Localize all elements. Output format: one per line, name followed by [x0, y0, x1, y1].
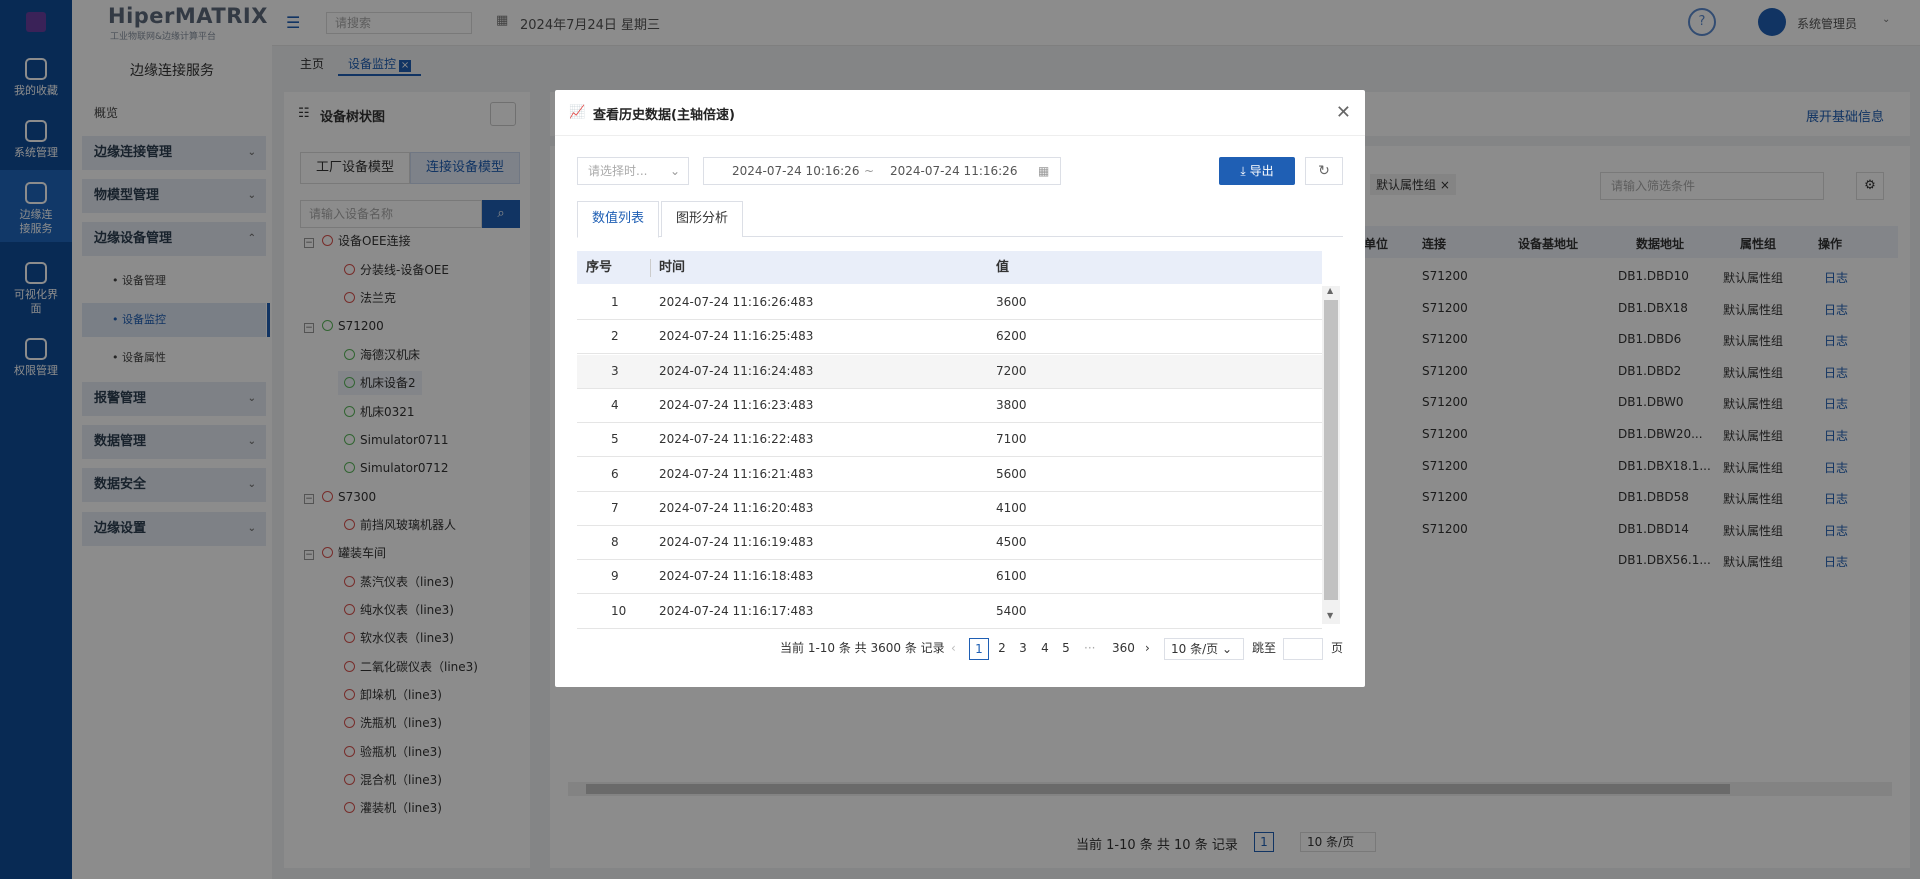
row-index: 4: [611, 397, 619, 412]
history-pager: 当前 1-10 条 共 3600 条 记录 ‹ 1 2 3 4 5 ··· 36…: [555, 638, 1365, 668]
table-row: 2 2024-07-24 11:16:25:483 6200: [577, 320, 1322, 355]
history-table-header: 序号 时间 值: [577, 251, 1322, 284]
row-index: 7: [611, 500, 619, 515]
row-value: 4500: [996, 535, 1027, 550]
row-index: 10: [611, 603, 627, 618]
row-time: 2024-07-24 11:16:17:483: [659, 603, 814, 618]
row-time: 2024-07-24 11:16:23:483: [659, 397, 814, 412]
modal-title: 查看历史数据(主轴倍速): [593, 108, 735, 123]
next-page-icon[interactable]: ›: [1145, 638, 1150, 660]
page-last[interactable]: 360: [1112, 638, 1135, 660]
line-chart-icon: 📈: [569, 105, 586, 120]
row-value: 4100: [996, 500, 1027, 515]
time-range-select[interactable]: 请选择时... ⌄: [577, 157, 689, 185]
download-icon: ⤓: [1240, 164, 1246, 178]
row-time: 2024-07-24 11:16:26:483: [659, 295, 814, 309]
row-index: 5: [611, 432, 619, 447]
page-4[interactable]: 4: [1035, 638, 1055, 660]
close-icon[interactable]: ✕: [1336, 102, 1351, 123]
row-time: 2024-07-24 11:16:18:483: [659, 569, 814, 584]
row-time: 2024-07-24 11:16:21:483: [659, 466, 814, 481]
row-value: 3600: [996, 295, 1027, 309]
table-row: 6 2024-07-24 11:16:21:483 5600: [577, 458, 1322, 492]
row-index: 1: [611, 295, 619, 309]
start-date[interactable]: 2024-07-24 10:16:26: [732, 158, 859, 184]
pager-ellipsis[interactable]: ···: [1084, 638, 1095, 660]
refresh-icon: ↻: [1318, 163, 1330, 179]
row-time: 2024-07-24 11:16:24:483: [659, 363, 814, 378]
jump-label: 跳至: [1252, 641, 1277, 655]
page-5[interactable]: 5: [1056, 638, 1076, 660]
row-value: 6100: [996, 569, 1027, 584]
row-index: 3: [611, 363, 619, 378]
pager-summary: 当前 1-10 条 共 3600 条 记录: [780, 641, 945, 655]
row-index: 6: [611, 466, 619, 481]
row-value: 5600: [996, 466, 1027, 481]
end-date[interactable]: 2024-07-24 11:16:26: [890, 158, 1017, 184]
history-modal: 📈 查看历史数据(主轴倍速) ✕ 请选择时... ⌄ 2024-07-24 10:…: [555, 90, 1365, 687]
table-row: 9 2024-07-24 11:16:18:483 6100: [577, 560, 1322, 595]
refresh-button[interactable]: ↻: [1305, 157, 1343, 185]
tab-value-list[interactable]: 数值列表: [577, 201, 660, 238]
page-2[interactable]: 2: [992, 638, 1012, 660]
range-separator: ~: [864, 164, 875, 178]
col-time: 时间: [659, 260, 686, 275]
table-scrollbar[interactable]: ▲ ▼: [1322, 286, 1340, 624]
table-row: 7 2024-07-24 11:16:20:483 4100: [577, 492, 1322, 526]
row-time: 2024-07-24 11:16:22:483: [659, 432, 814, 447]
table-row: 5 2024-07-24 11:16:22:483 7100: [577, 423, 1322, 458]
row-time: 2024-07-24 11:16:20:483: [659, 500, 814, 515]
prev-page-icon[interactable]: ‹: [951, 638, 956, 660]
row-index: 2: [611, 329, 619, 344]
jump-unit: 页: [1331, 641, 1344, 655]
row-value: 7100: [996, 432, 1027, 447]
modal-header: 📈 查看历史数据(主轴倍速) ✕: [555, 90, 1365, 136]
row-value: 5400: [996, 603, 1027, 618]
page-size-select[interactable]: 10 条/页 ⌄: [1164, 638, 1244, 660]
export-button[interactable]: ⤓ 导出: [1219, 157, 1295, 185]
row-value: 3800: [996, 397, 1027, 412]
modal-tabs: 数值列表 图形分析: [577, 201, 1343, 238]
row-time: 2024-07-24 11:16:19:483: [659, 535, 814, 550]
col-index: 序号: [586, 260, 613, 275]
tab-chart-analysis[interactable]: 图形分析: [661, 201, 744, 237]
row-value: 6200: [996, 329, 1027, 344]
col-value: 值: [996, 260, 1010, 275]
table-row: 8 2024-07-24 11:16:19:483 4500: [577, 526, 1322, 561]
page-1[interactable]: 1: [969, 638, 989, 660]
table-row: 3 2024-07-24 11:16:24:483 7200: [577, 354, 1322, 389]
chevron-down-icon: ⌄: [669, 164, 680, 178]
row-index: 9: [611, 569, 619, 584]
row-time: 2024-07-24 11:16:25:483: [659, 329, 814, 344]
table-row: 1 2024-07-24 11:16:26:483 3600: [577, 286, 1322, 320]
table-row: 4 2024-07-24 11:16:23:483 3800: [577, 389, 1322, 423]
row-value: 7200: [996, 363, 1027, 378]
calendar-icon: ▦: [1038, 164, 1050, 178]
jump-input[interactable]: [1283, 638, 1323, 660]
date-range-picker[interactable]: 2024-07-24 10:16:26 ~ 2024-07-24 11:16:2…: [703, 157, 1061, 185]
page-3[interactable]: 3: [1013, 638, 1033, 660]
row-index: 8: [611, 535, 619, 550]
table-row: 10 2024-07-24 11:16:17:483 5400: [577, 595, 1322, 629]
